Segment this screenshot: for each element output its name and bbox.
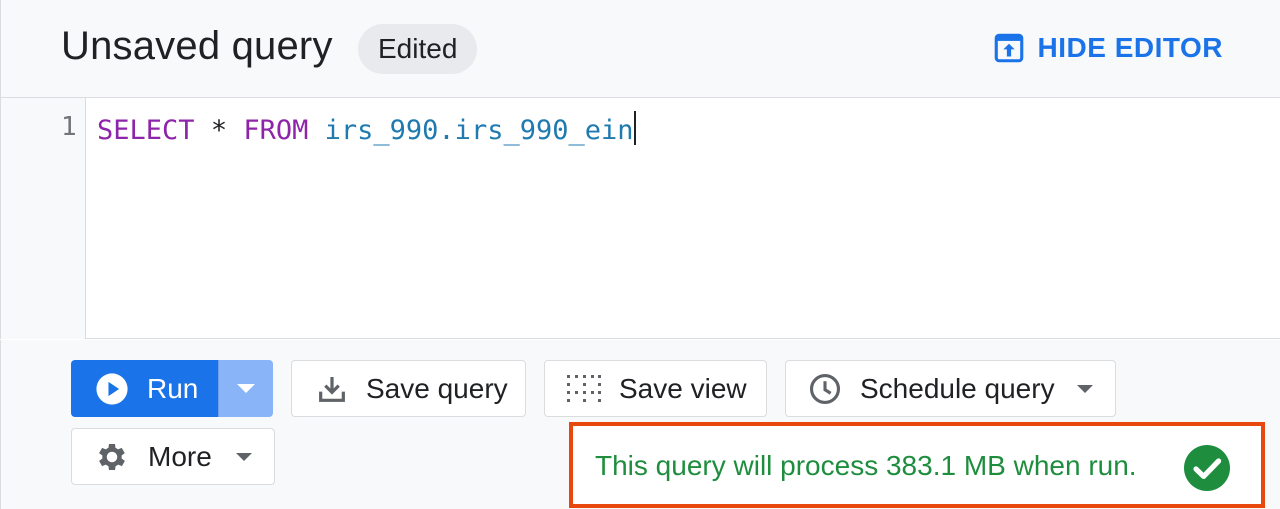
chevron-down-icon bbox=[235, 452, 252, 461]
save-query-label: Save query bbox=[366, 372, 508, 404]
text-cursor bbox=[633, 111, 636, 145]
download-icon bbox=[319, 376, 345, 402]
code-line[interactable]: SELECT * FROM irs_990.irs_990_ein bbox=[97, 111, 636, 147]
query-validation-status: This query will process 383.1 MB when ru… bbox=[569, 422, 1265, 508]
edited-chip: Edited bbox=[358, 24, 478, 74]
query-title: Unsaved query bbox=[61, 24, 333, 68]
run-options-dropdown[interactable] bbox=[218, 360, 273, 417]
schedule-query-button[interactable]: Schedule query bbox=[785, 360, 1116, 417]
save-view-button[interactable]: Save view bbox=[544, 360, 767, 417]
grid-dots-icon bbox=[567, 374, 601, 402]
hide-editor-button[interactable]: HIDE EDITOR bbox=[992, 28, 1223, 68]
table-identifier: irs_990.irs_990_ein bbox=[324, 115, 634, 146]
query-header: Unsaved query Edited HIDE EDITOR bbox=[0, 0, 1280, 98]
operator-star: * bbox=[210, 115, 228, 146]
line-gutter: 1 bbox=[0, 98, 86, 339]
gear-icon bbox=[99, 443, 125, 470]
keyword-select: SELECT bbox=[97, 115, 195, 146]
chevron-down-icon bbox=[1076, 384, 1093, 393]
hide-editor-icon bbox=[994, 33, 1023, 63]
clock-icon bbox=[809, 373, 841, 404]
run-button-group: Run bbox=[71, 360, 273, 417]
more-label: More bbox=[148, 440, 212, 472]
run-button[interactable]: Run bbox=[71, 360, 218, 417]
line-number: 1 bbox=[61, 112, 77, 142]
check-circle-icon bbox=[1184, 445, 1230, 491]
hide-editor-label: HIDE EDITOR bbox=[1037, 32, 1223, 63]
sql-editor[interactable]: 1 SELECT * FROM irs_990.irs_990_ein bbox=[0, 98, 1280, 339]
chevron-down-icon bbox=[237, 383, 255, 393]
status-message: This query will process 383.1 MB when ru… bbox=[595, 450, 1137, 481]
save-query-button[interactable]: Save query bbox=[291, 360, 526, 417]
keyword-from: FROM bbox=[243, 115, 309, 146]
run-label: Run bbox=[147, 372, 199, 404]
schedule-query-label: Schedule query bbox=[860, 372, 1055, 404]
more-button[interactable]: More bbox=[71, 428, 275, 485]
play-circle-icon bbox=[96, 372, 128, 405]
save-view-label: Save view bbox=[619, 372, 747, 404]
